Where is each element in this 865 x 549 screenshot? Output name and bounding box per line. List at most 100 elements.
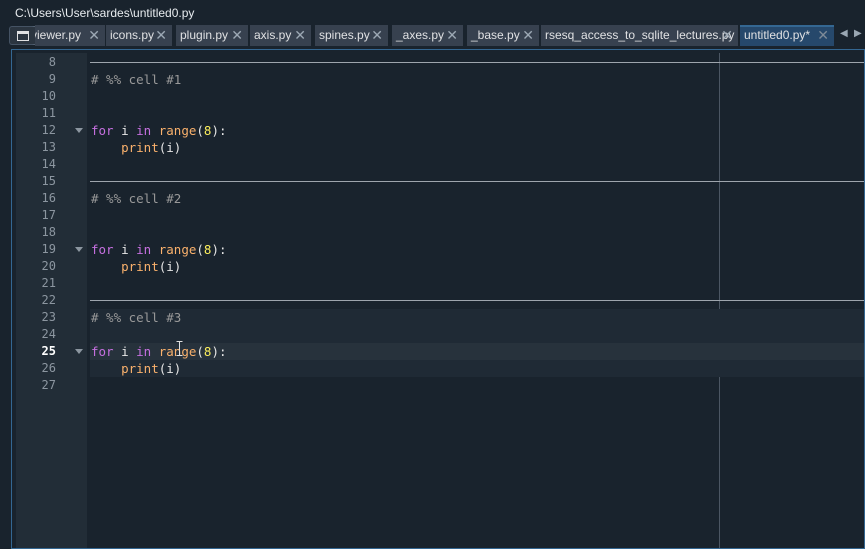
code-line[interactable]: print(i)	[87, 139, 864, 156]
keyword: for	[91, 344, 114, 359]
tab-label: spines.py	[319, 28, 370, 42]
code-text: ):	[211, 242, 227, 257]
fold-arrow-icon[interactable]	[75, 128, 83, 133]
builtin: range	[158, 123, 197, 138]
line-number-row: 11	[16, 105, 87, 122]
close-tab-icon[interactable]: ✕	[721, 25, 733, 46]
close-tab-icon[interactable]: ✕	[88, 25, 100, 46]
line-number-row: 15	[16, 173, 87, 190]
tab-7[interactable]: _base.py ✕	[467, 25, 539, 46]
line-number-row: 16	[16, 190, 87, 207]
line-number: 26	[41, 361, 56, 375]
line-number: 22	[41, 293, 56, 307]
close-tab-icon[interactable]: ✕	[446, 25, 458, 46]
line-number: 23	[41, 310, 56, 324]
tab-label: plugin.py	[180, 28, 229, 42]
close-tab-icon[interactable]: ✕	[371, 25, 383, 46]
code-text: i	[113, 242, 137, 257]
cell-comment: # %% cell #2	[91, 191, 182, 206]
code-text: ):	[211, 123, 227, 138]
line-number: 27	[41, 378, 56, 392]
code-line[interactable]	[87, 105, 864, 122]
fold-arrow-icon[interactable]	[75, 247, 83, 252]
line-number-row: 21	[16, 275, 87, 292]
close-tab-icon[interactable]: ✕	[155, 25, 167, 46]
tab-2[interactable]: icons.py ✕	[106, 25, 172, 46]
code-line[interactable]	[87, 207, 864, 224]
line-number-row: 18	[16, 224, 87, 241]
line-number-row: 22	[16, 292, 87, 309]
code-text: (	[196, 242, 204, 257]
close-tab-icon[interactable]: ✕	[231, 25, 243, 46]
cell-separator	[90, 62, 864, 63]
code-line[interactable]: print(i)	[87, 258, 864, 275]
line-number: 16	[41, 191, 56, 205]
code-line[interactable]: # %% cell #3	[87, 309, 864, 326]
code-line[interactable]: for i in range(8):	[87, 241, 864, 258]
code-text: (	[196, 344, 204, 359]
line-number-gutter: 8 9 10 11 12 13 14 15 16 17 18 19 20 21 22 23 24 25 26 27	[16, 53, 87, 548]
line-number-row: 19	[16, 241, 87, 258]
line-number: 10	[41, 89, 56, 103]
line-number: 9	[48, 72, 56, 86]
tab-scroll-left-icon[interactable]: ◀	[840, 28, 848, 39]
fold-arrow-icon[interactable]	[75, 349, 83, 354]
line-number-row: 27	[16, 377, 87, 394]
tab-3[interactable]: plugin.py ✕	[176, 25, 248, 46]
tab-label: untitled0.py*	[744, 28, 811, 42]
tab-9[interactable]: untitled0.py* ✕	[740, 25, 834, 46]
builtin: print	[121, 361, 159, 376]
line-number: 8	[48, 55, 56, 69]
code-text: ):	[211, 344, 227, 359]
tab-scroll-right-icon[interactable]: ▶	[854, 28, 862, 39]
line-number-row: 24	[16, 326, 87, 343]
code-line[interactable]	[87, 224, 864, 241]
code-line[interactable]: for i in range(8):	[87, 343, 864, 360]
code-line[interactable]: # %% cell #2	[87, 190, 864, 207]
close-tab-icon[interactable]: ✕	[294, 25, 306, 46]
tab-label: axis.py	[254, 28, 292, 42]
tab-4[interactable]: axis.py ✕	[250, 25, 311, 46]
line-number-row: 9	[16, 71, 87, 88]
code-line[interactable]	[87, 156, 864, 173]
code-text: i	[113, 344, 137, 359]
close-tab-icon[interactable]: ✕	[817, 27, 829, 44]
line-number: 15	[41, 174, 56, 188]
code-line[interactable]	[87, 377, 864, 394]
code-line[interactable]	[87, 88, 864, 105]
line-number: 24	[41, 327, 56, 341]
keyword: for	[91, 123, 114, 138]
tab-8[interactable]: rsesq_access_to_sqlite_lectures.py ✕	[541, 25, 738, 46]
code-line[interactable]	[87, 326, 864, 343]
code-line[interactable]: # %% cell #1	[87, 71, 864, 88]
editor-tab-bar: viewer.py ✕ icons.py ✕ plugin.py ✕ axis.py ✕ spi…	[0, 24, 865, 46]
line-number-row: 14	[16, 156, 87, 173]
close-tab-icon[interactable]: ✕	[522, 25, 534, 46]
tab-6[interactable]: _axes.py ✕	[392, 25, 463, 46]
line-number-row: 12	[16, 122, 87, 139]
code-area[interactable]: # %% cell #1 for i in range(8): print(i) #…	[87, 53, 864, 548]
code-text: i	[113, 123, 137, 138]
line-number: 21	[41, 276, 56, 290]
cell-separator	[90, 181, 864, 182]
tab-label: icons.py	[110, 28, 155, 42]
code-text: (i)	[158, 259, 182, 274]
line-number-row: 10	[16, 88, 87, 105]
text-cursor-icon	[176, 341, 183, 356]
browse-tabs-button[interactable]	[9, 26, 39, 45]
code-text: (	[196, 123, 204, 138]
tab-1[interactable]: viewer.py ✕	[35, 25, 105, 46]
code-editor[interactable]: 8 9 10 11 12 13 14 15 16 17 18 19 20 21 22 23 24 25 26 27 #…	[11, 49, 865, 549]
code-line[interactable]: for i in range(8):	[87, 122, 864, 139]
tab-label: _axes.py	[396, 28, 445, 42]
line-number: 17	[41, 208, 56, 222]
cell-comment: # %% cell #3	[91, 310, 182, 325]
code-line[interactable]	[87, 275, 864, 292]
line-number: 25	[41, 344, 56, 358]
tab-5[interactable]: spines.py ✕	[315, 25, 388, 46]
builtin: print	[121, 259, 159, 274]
code-line[interactable]: print(i)	[87, 360, 864, 377]
